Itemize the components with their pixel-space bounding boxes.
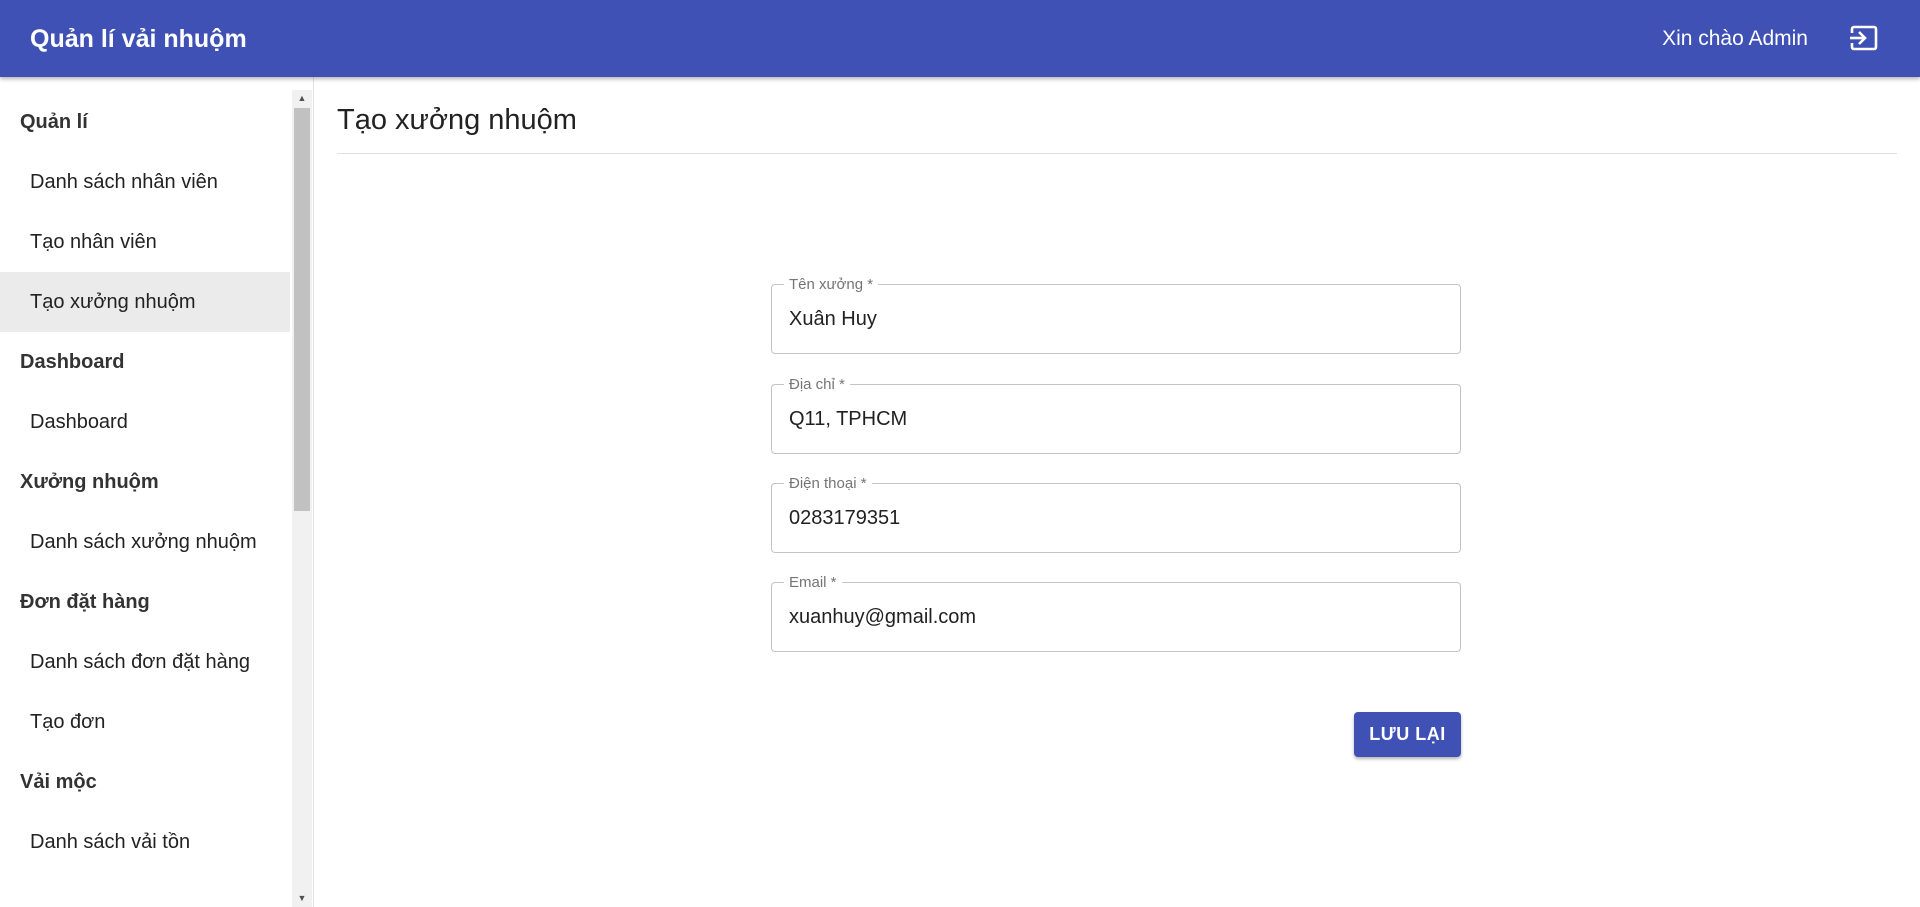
- save-button[interactable]: LƯU LẠI: [1354, 712, 1461, 757]
- sidebar-item-dashboard[interactable]: Dashboard: [0, 392, 290, 452]
- sidebar-item-tao-nhan-vien[interactable]: Tạo nhân viên: [0, 212, 290, 272]
- sidebar-section-quan-li: Quản lí: [20, 111, 88, 133]
- app-bar: Quản lí vải nhuộm Xin chào Admin: [0, 0, 1920, 77]
- address-field[interactable]: Địa chỉ *: [771, 376, 1461, 454]
- sidebar: Quản lí Danh sách nhân viên Tạo nhân viê…: [0, 77, 314, 907]
- sidebar-scrollbar[interactable]: ▲ ▼: [292, 90, 312, 907]
- email-field[interactable]: Email *: [771, 574, 1461, 652]
- sidebar-section-vai-moc: Vải mộc: [20, 771, 97, 793]
- divider: [337, 153, 1897, 154]
- main-content: Tạo xưởng nhuộm Tên xưởng * Địa chỉ * Đi…: [313, 77, 1920, 907]
- phone-field[interactable]: Điện thoại *: [771, 475, 1461, 553]
- sidebar-item-tao-xuong-nhuom[interactable]: Tạo xưởng nhuộm: [0, 272, 290, 332]
- sidebar-section-xuong-nhuom: Xưởng nhuộm: [20, 471, 159, 493]
- page-title: Tạo xưởng nhuộm: [337, 104, 577, 136]
- sidebar-item-danh-sach-don-dat-hang[interactable]: Danh sách đơn đặt hàng: [0, 632, 290, 692]
- email-input[interactable]: [772, 583, 1460, 651]
- sidebar-item-tao-don[interactable]: Tạo đơn: [0, 692, 290, 752]
- phone-input[interactable]: [772, 484, 1460, 552]
- scroll-down-arrow-icon[interactable]: ▼: [292, 890, 312, 907]
- workshop-name-field[interactable]: Tên xưởng *: [771, 276, 1461, 354]
- scrollbar-thumb[interactable]: [294, 108, 310, 511]
- address-input[interactable]: [772, 385, 1460, 453]
- logout-icon[interactable]: [1848, 22, 1880, 54]
- sidebar-section-don-dat-hang: Đơn đặt hàng: [20, 591, 150, 613]
- sidebar-item-danh-sach-vai-ton[interactable]: Danh sách vải tồn: [0, 812, 290, 872]
- app-title: Quản lí vải nhuộm: [30, 25, 247, 53]
- greeting-text: Xin chào Admin: [1662, 27, 1808, 50]
- sidebar-item-danh-sach-nhan-vien[interactable]: Danh sách nhân viên: [0, 152, 290, 212]
- sidebar-list: Quản lí Danh sách nhân viên Tạo nhân viê…: [0, 92, 290, 872]
- sidebar-item-danh-sach-xuong-nhuom[interactable]: Danh sách xưởng nhuộm: [0, 512, 290, 572]
- workshop-name-input[interactable]: [772, 285, 1460, 353]
- sidebar-section-dashboard: Dashboard: [20, 351, 125, 373]
- scroll-up-arrow-icon[interactable]: ▲: [292, 90, 312, 107]
